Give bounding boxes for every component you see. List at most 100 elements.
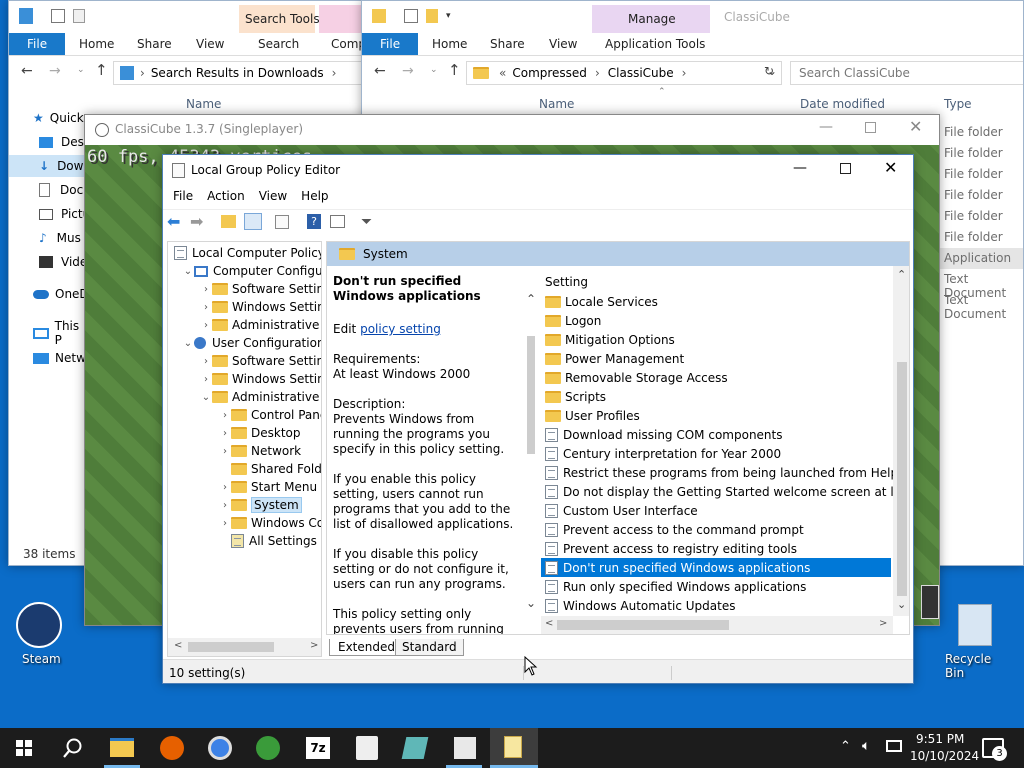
tab-share[interactable]: Share bbox=[137, 37, 172, 51]
settings-policy-item[interactable]: Don't run specified Windows applications bbox=[541, 558, 891, 577]
settings-policy-item[interactable]: Download missing COM components bbox=[541, 425, 891, 444]
expand-icon[interactable]: › bbox=[200, 284, 212, 295]
properties-icon[interactable] bbox=[51, 9, 65, 23]
file-tab[interactable]: File bbox=[362, 33, 418, 55]
nav-downloads[interactable]: ↓ Dow bbox=[9, 155, 89, 177]
windows-start-icon[interactable] bbox=[16, 740, 32, 756]
menu-help[interactable]: Help bbox=[301, 189, 328, 203]
address-bar[interactable]: « Compressed › ClassiCube › ⌄ bbox=[466, 61, 782, 85]
settings-vscrollbar[interactable]: ⌃ ⌄ bbox=[893, 266, 909, 616]
clock-time[interactable]: 9:51 PM bbox=[916, 732, 964, 746]
tree-item[interactable]: Shared Folder bbox=[168, 460, 321, 478]
tree-item[interactable]: › Windows Cor bbox=[168, 514, 321, 532]
settings-hscrollbar[interactable]: < > bbox=[541, 616, 893, 634]
settings-policy-item[interactable]: Do not display the Getting Started welco… bbox=[541, 482, 909, 501]
file-tab[interactable]: File bbox=[9, 33, 65, 55]
expand-icon[interactable]: › bbox=[219, 500, 231, 511]
tree-item[interactable]: › Desktop bbox=[168, 424, 321, 442]
tree-item[interactable]: ⌄ Administrative Te bbox=[168, 388, 321, 406]
back-icon[interactable]: ← bbox=[21, 63, 33, 79]
settings-hscroll-thumb[interactable] bbox=[557, 620, 729, 630]
settings-folder-item[interactable]: Removable Storage Access bbox=[541, 368, 891, 387]
properties-icon[interactable] bbox=[404, 9, 418, 23]
nav-quick-access[interactable]: ★ Quick bbox=[33, 111, 84, 125]
installer-icon[interactable] bbox=[356, 736, 378, 760]
maximize-button[interactable] bbox=[865, 122, 876, 133]
tree-item[interactable]: › Software Settings bbox=[168, 352, 321, 370]
tab-application-tools[interactable]: Application Tools bbox=[605, 37, 705, 51]
tree-item[interactable]: › Start Menu ar bbox=[168, 478, 321, 496]
tab-view[interactable]: View bbox=[549, 37, 577, 51]
tab-search[interactable]: Search bbox=[258, 37, 299, 51]
file-explorer-taskbar-icon[interactable] bbox=[110, 738, 134, 757]
forward-icon[interactable]: → bbox=[49, 63, 61, 79]
tree-item[interactable]: Local Computer Policy bbox=[168, 244, 321, 262]
picture-tools-tab[interactable] bbox=[319, 5, 363, 33]
back-icon[interactable]: ⬅ bbox=[167, 212, 180, 231]
settings-policy-item[interactable]: Prevent access to the command prompt bbox=[541, 520, 891, 539]
tree-hscroll-thumb[interactable] bbox=[188, 642, 274, 652]
tree-item[interactable]: › Administrative Te bbox=[168, 316, 321, 334]
desktop-icon-recycle-bin[interactable]: Recycle Bin bbox=[942, 602, 1012, 680]
expand-icon[interactable]: › bbox=[200, 374, 212, 385]
settings-policy-item[interactable]: Windows Automatic Updates bbox=[541, 596, 891, 615]
tab-share[interactable]: Share bbox=[490, 37, 525, 51]
classicube-taskbar-icon[interactable] bbox=[454, 737, 476, 759]
settings-folder-item[interactable]: Logon bbox=[541, 311, 891, 330]
chrome-icon[interactable] bbox=[208, 736, 232, 760]
tree-item[interactable]: ⌄ User Configuration bbox=[168, 334, 321, 352]
new-folder-icon[interactable] bbox=[426, 9, 438, 23]
search-box[interactable]: Search ClassiCube bbox=[790, 61, 1023, 85]
help-icon[interactable]: ? bbox=[307, 214, 321, 229]
settings-folder-item[interactable]: Power Management bbox=[541, 349, 891, 368]
collapse-icon[interactable]: ⌄ bbox=[182, 266, 194, 277]
tree-item[interactable]: › Windows Setting bbox=[168, 298, 321, 316]
close-button[interactable]: ✕ bbox=[909, 117, 922, 136]
network-status-icon[interactable] bbox=[886, 740, 902, 752]
globe-icon[interactable] bbox=[256, 736, 280, 760]
notification-center-icon[interactable]: 3 bbox=[982, 738, 1007, 761]
expand-icon[interactable]: › bbox=[200, 320, 212, 331]
tree-item[interactable]: › Windows Setting bbox=[168, 370, 321, 388]
tree-item[interactable]: › Software Settings bbox=[168, 280, 321, 298]
qat-dropdown-icon[interactable]: ▾ bbox=[446, 11, 451, 21]
expand-icon[interactable]: › bbox=[200, 356, 212, 367]
column-name[interactable]: Name bbox=[186, 97, 221, 111]
nav-pictures[interactable]: Pictu bbox=[39, 207, 90, 221]
settings-folder-item[interactable]: User Profiles bbox=[541, 406, 891, 425]
nav-videos[interactable]: Vide bbox=[39, 255, 87, 269]
settings-folder-item[interactable]: Mitigation Options bbox=[541, 330, 891, 349]
expand-icon[interactable]: › bbox=[200, 302, 212, 313]
expand-icon[interactable]: › bbox=[219, 428, 231, 439]
nav-this-pc[interactable]: This P bbox=[33, 319, 89, 347]
up-icon[interactable]: ↑ bbox=[448, 61, 461, 79]
search-icon[interactable] bbox=[62, 737, 84, 759]
close-button[interactable]: ✕ bbox=[884, 158, 897, 177]
settings-vscroll-thumb[interactable] bbox=[897, 362, 907, 596]
tab-extended[interactable]: Extended bbox=[329, 639, 404, 656]
settings-folder-item[interactable]: Scripts bbox=[541, 387, 891, 406]
clock-date[interactable]: 10/10/2024 bbox=[910, 749, 979, 763]
settings-policy-item[interactable]: Custom User Interface bbox=[541, 501, 891, 520]
settings-policy-item[interactable]: Restrict these programs from being launc… bbox=[541, 463, 898, 482]
menu-file[interactable]: File bbox=[173, 189, 193, 203]
tree-item[interactable]: › Control Panel bbox=[168, 406, 321, 424]
settings-policy-item[interactable]: Prevent access to registry editing tools bbox=[541, 539, 891, 558]
address-part-classicube[interactable]: ClassiCube bbox=[608, 66, 674, 80]
nav-onedrive[interactable]: OneD bbox=[33, 287, 89, 301]
new-folder-icon[interactable] bbox=[73, 9, 85, 23]
address-part-compressed[interactable]: Compressed bbox=[512, 66, 587, 80]
up-folder-icon[interactable] bbox=[221, 215, 236, 228]
7zip-icon[interactable]: 7z bbox=[306, 737, 330, 759]
nav-music[interactable]: ♪ Mus bbox=[39, 231, 81, 245]
tab-computer[interactable]: Comp bbox=[331, 37, 363, 51]
description-scrollbar[interactable]: ⌃ ⌄ bbox=[523, 266, 539, 634]
expand-icon[interactable]: › bbox=[219, 410, 231, 421]
tree-hscrollbar[interactable]: < > bbox=[168, 638, 321, 656]
settings-policy-item[interactable]: Century interpretation for Year 2000 bbox=[541, 444, 891, 463]
column-date-modified[interactable]: Date modified bbox=[800, 97, 885, 111]
address-bar[interactable]: › Search Results in Downloads › bbox=[113, 61, 363, 85]
edit-policy-link[interactable]: policy setting bbox=[360, 322, 441, 336]
volume-icon[interactable]: 🔈︎ bbox=[862, 738, 870, 754]
settings-policy-item[interactable]: Run only specified Windows applications bbox=[541, 577, 891, 596]
